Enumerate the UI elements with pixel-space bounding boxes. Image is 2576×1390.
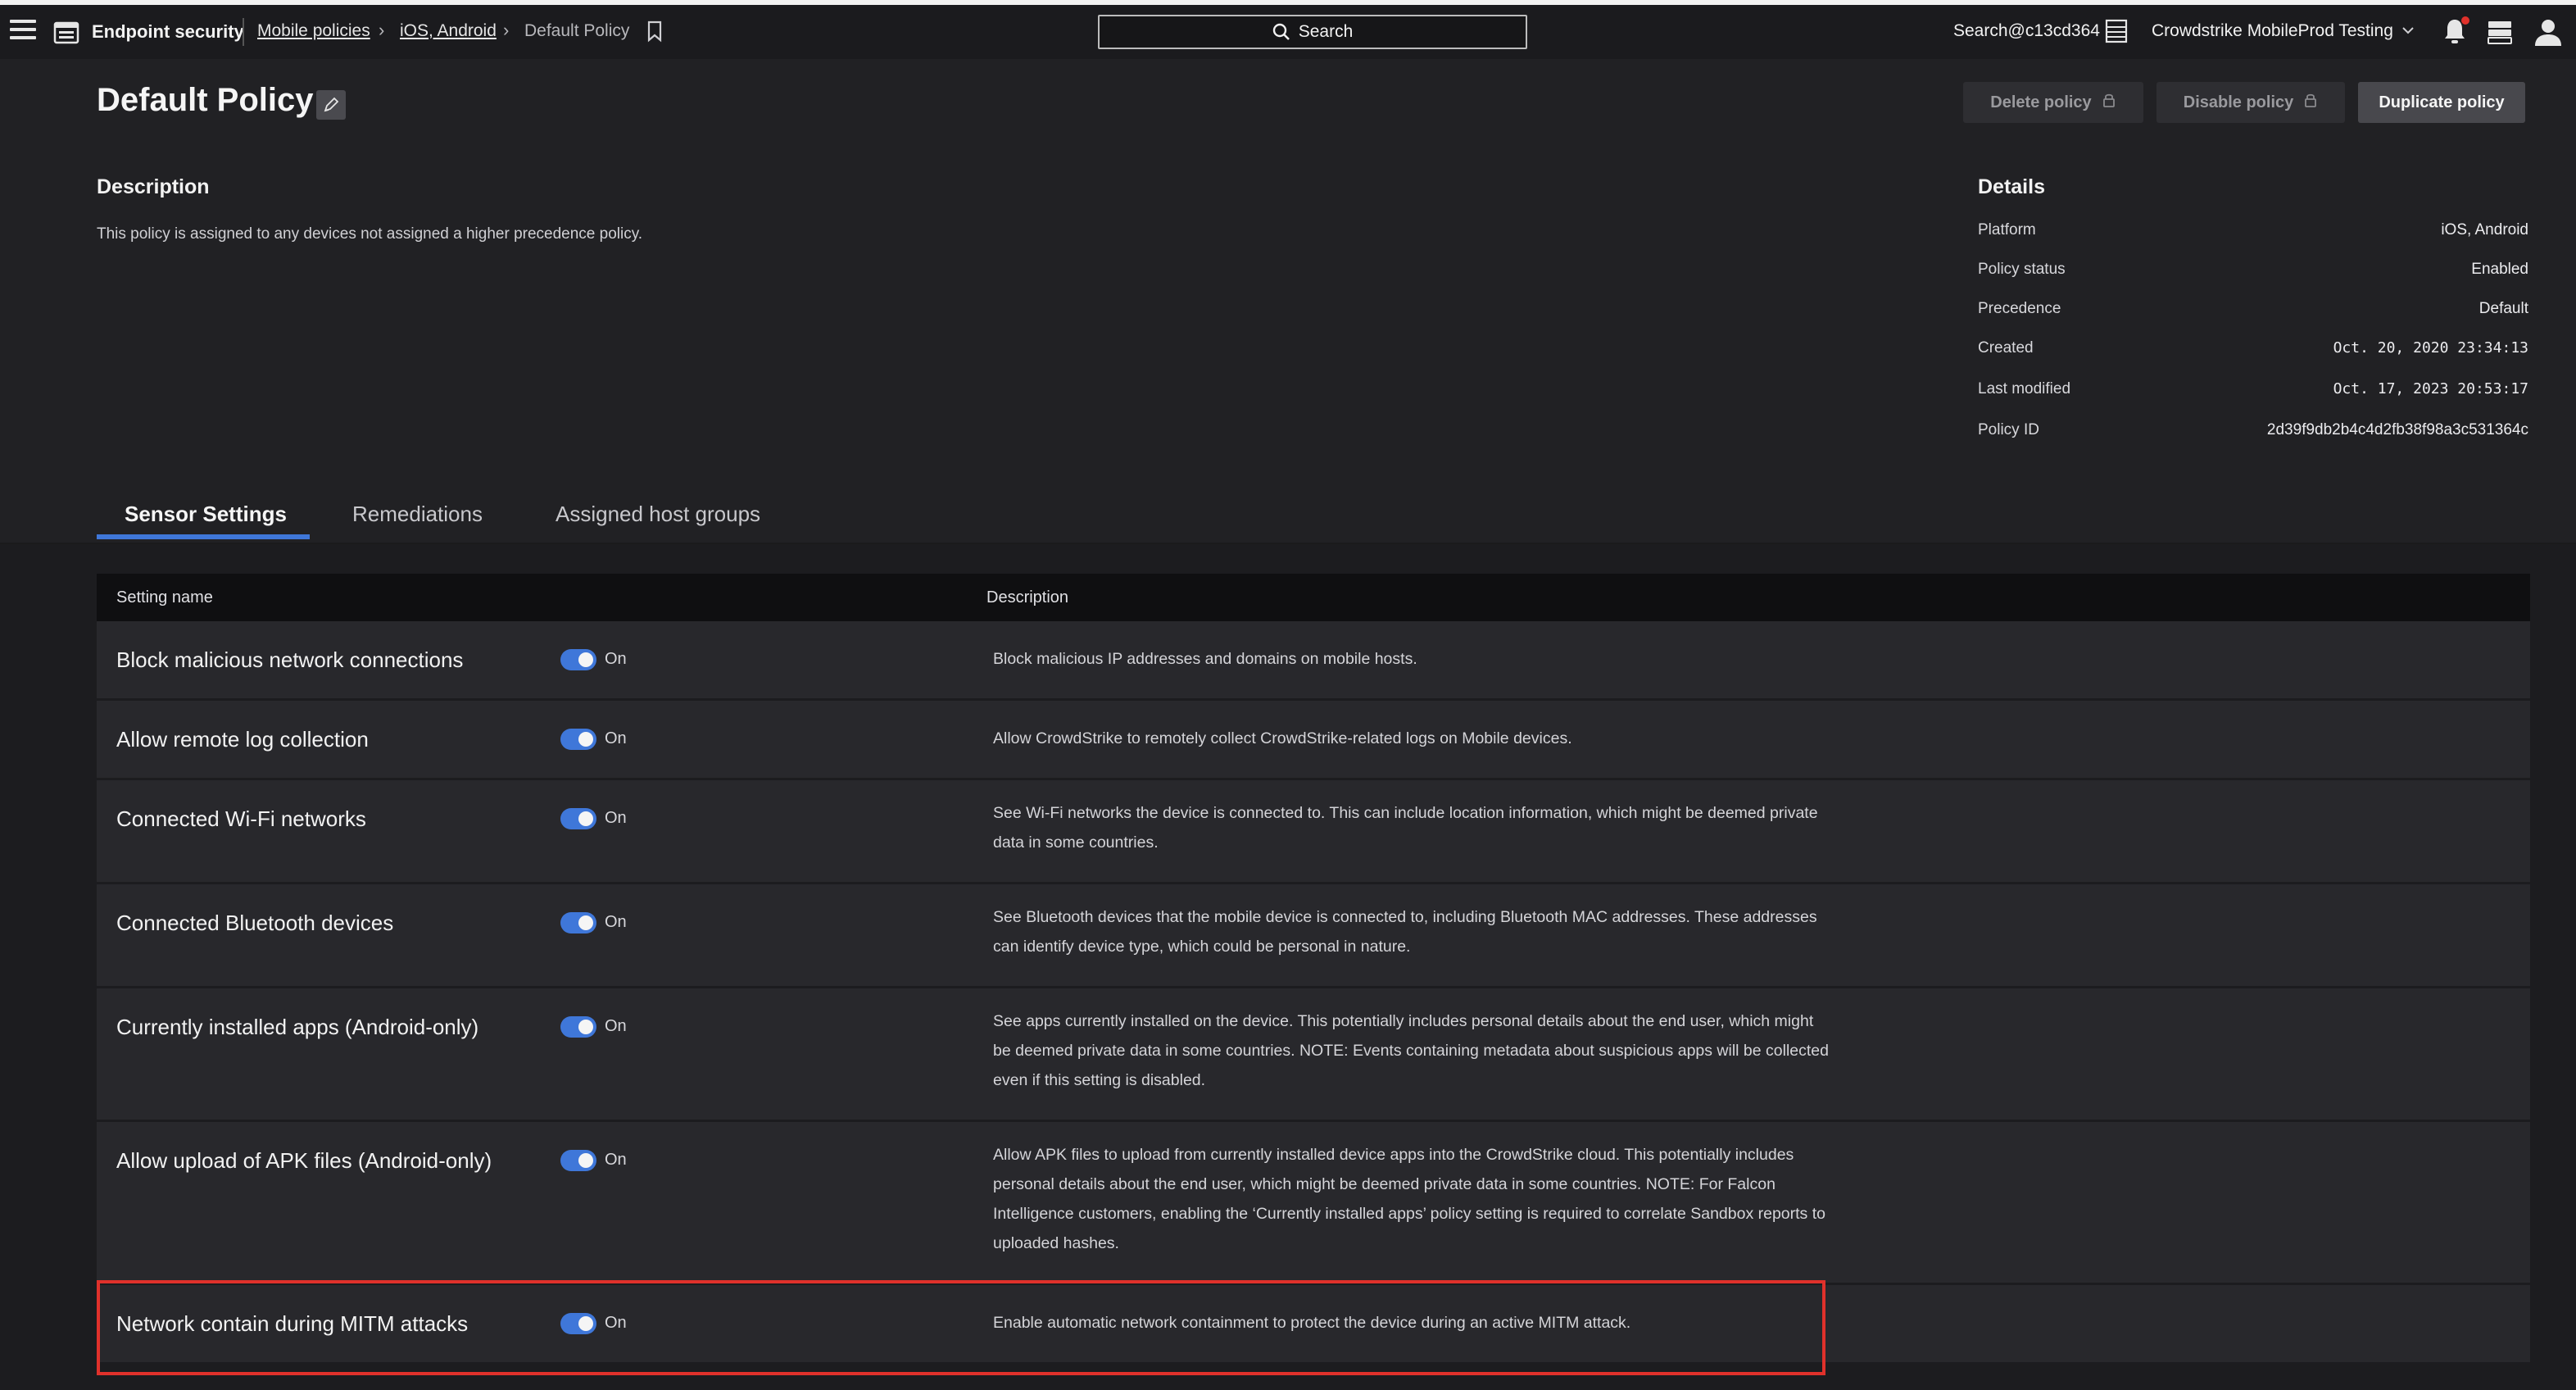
breadcrumb-mobile-policies[interactable]: Mobile policies [257, 21, 370, 41]
table-row: Network contain during MITM attacks On E… [97, 1285, 2530, 1365]
setting-toggle[interactable] [560, 649, 596, 670]
setting-toggle[interactable] [560, 1150, 596, 1171]
setting-description: Block malicious IP addresses and domains… [993, 650, 1417, 668]
toggle-state: On [605, 729, 627, 747]
duplicate-policy-button[interactable]: Duplicate policy [2358, 82, 2525, 123]
settings-table: Setting name Description Block malicious… [97, 574, 2530, 1365]
setting-description: See Bluetooth devices that the mobile de… [993, 908, 1817, 956]
search-button[interactable]: Search [1098, 15, 1527, 49]
table-row: Currently installed apps (Android-only) … [97, 988, 2530, 1122]
details-row-policy-id: Policy ID 2d39f9db2b4c4d2fb38f98a3c53136… [1978, 421, 2528, 439]
table-row: Connected Wi-Fi networks On See Wi-Fi ne… [97, 780, 2530, 884]
tabs-bar: Sensor Settings Remediations Assigned ho… [0, 485, 2576, 544]
setting-toggle[interactable] [560, 912, 596, 933]
notification-dot [2461, 16, 2469, 25]
lock-icon [2303, 92, 2318, 113]
delete-policy-label: Delete policy [1990, 93, 2092, 111]
grid-icon[interactable] [2104, 18, 2129, 44]
details-value: 2d39f9db2b4c4d2fb38f98a3c531364c [2266, 421, 2528, 438]
toggle-state: On [605, 1314, 627, 1332]
setting-name: Allow remote log collection [116, 727, 369, 752]
details-value: Oct. 17, 2023 20:53:17 [2333, 380, 2528, 397]
setting-name: Network contain during MITM attacks [116, 1311, 469, 1336]
bookmark-icon[interactable] [646, 20, 664, 43]
details-label: Policy status [1978, 261, 2066, 278]
details-value: Oct. 20, 2020 23:34:13 [2333, 339, 2528, 357]
details-value: Default [2478, 300, 2528, 317]
toggle-state: On [605, 913, 627, 931]
details-row-platform: Platform iOS, Android [1978, 221, 2528, 239]
setting-description: See apps currently installed on the devi… [993, 1012, 1829, 1089]
endpoint-app-icon [52, 18, 80, 46]
disable-policy-label: Disable policy [2183, 93, 2294, 111]
toggle-state: On [605, 650, 627, 668]
setting-name: Allow upload of APK files (Android-only) [116, 1148, 492, 1173]
disable-policy-button[interactable]: Disable policy [2156, 82, 2345, 123]
page-title: Default Policy [97, 82, 314, 118]
chevron-right-icon: › [503, 20, 510, 40]
breadcrumb-current: Default Policy [524, 21, 630, 40]
details-label: Created [1978, 339, 2034, 357]
toggle-state: On [605, 1151, 627, 1169]
details-row-last-modified: Last modified Oct. 17, 2023 20:53:17 [1978, 380, 2528, 398]
breadcrumb-ios-android[interactable]: iOS, Android [400, 21, 497, 41]
details-row-created: Created Oct. 20, 2020 23:34:13 [1978, 339, 2528, 357]
table-row: Connected Bluetooth devices On See Bluet… [97, 884, 2530, 988]
setting-toggle[interactable] [560, 808, 596, 829]
setting-toggle[interactable] [560, 729, 596, 750]
details-heading: Details [1978, 175, 2045, 198]
details-label: Platform [1978, 221, 2036, 238]
setting-description: Enable automatic network containment to … [993, 1314, 1631, 1332]
details-label: Policy ID [1978, 421, 2039, 438]
chevron-right-icon: › [379, 20, 385, 40]
setting-description: Allow CrowdStrike to remotely collect Cr… [993, 729, 1572, 747]
details-row-status: Policy status Enabled [1978, 261, 2528, 279]
tray-icon[interactable] [2486, 18, 2514, 46]
chevron-down-icon[interactable] [2401, 23, 2415, 38]
column-header-setting-name[interactable]: Setting name [116, 588, 213, 607]
top-navbar: Endpoint security Mobile policies › iOS,… [0, 5, 2576, 59]
search-label: Search [1298, 22, 1354, 41]
customer-selector[interactable]: Crowdstrike MobileProd Testing [2152, 21, 2393, 41]
toggle-state: On [605, 809, 627, 827]
user-icon[interactable] [2532, 16, 2565, 48]
setting-toggle[interactable] [560, 1313, 596, 1334]
table-row: Allow upload of APK files (Android-only)… [97, 1122, 2530, 1285]
setting-name: Currently installed apps (Android-only) [116, 1015, 479, 1039]
tab-sensor-settings[interactable]: Sensor Settings [125, 502, 287, 527]
tab-assigned-host-groups[interactable]: Assigned host groups [556, 502, 760, 527]
details-row-precedence: Precedence Default [1978, 300, 2528, 318]
pencil-icon [324, 97, 339, 112]
setting-description: Allow APK files to upload from currently… [993, 1146, 1825, 1252]
search-icon [1272, 23, 1290, 40]
setting-description: See Wi-Fi networks the device is connect… [993, 804, 1818, 852]
delete-policy-button[interactable]: Delete policy [1963, 82, 2143, 123]
setting-name: Connected Wi-Fi networks [116, 806, 366, 831]
policy-description: This policy is assigned to any devices n… [97, 225, 643, 243]
tab-remediations[interactable]: Remediations [352, 502, 483, 527]
table-row: Allow remote log collection On Allow Cro… [97, 701, 2530, 780]
table-header: Setting name Description [97, 574, 2530, 621]
setting-name: Block malicious network connections [116, 647, 464, 672]
details-value: iOS, Android [2441, 221, 2528, 238]
details-label: Last modified [1978, 380, 2071, 397]
description-heading: Description [97, 175, 210, 198]
nav-divider [243, 18, 244, 46]
hamburger-icon[interactable] [10, 20, 36, 44]
details-label: Precedence [1978, 300, 2061, 317]
table-row: Block malicious network connections On B… [97, 621, 2530, 701]
setting-name: Connected Bluetooth devices [116, 911, 394, 935]
lock-icon [2102, 92, 2116, 113]
column-header-description: Description [986, 588, 1069, 606]
details-value: Enabled [2471, 261, 2528, 278]
account-name[interactable]: Search@c13cd364 [1953, 21, 2100, 41]
setting-toggle[interactable] [560, 1016, 596, 1038]
edit-title-button[interactable] [316, 90, 346, 120]
toggle-state: On [605, 1017, 627, 1035]
app-title: Endpoint security [92, 21, 244, 42]
active-tab-indicator [97, 534, 310, 539]
duplicate-policy-label: Duplicate policy [2379, 93, 2505, 111]
